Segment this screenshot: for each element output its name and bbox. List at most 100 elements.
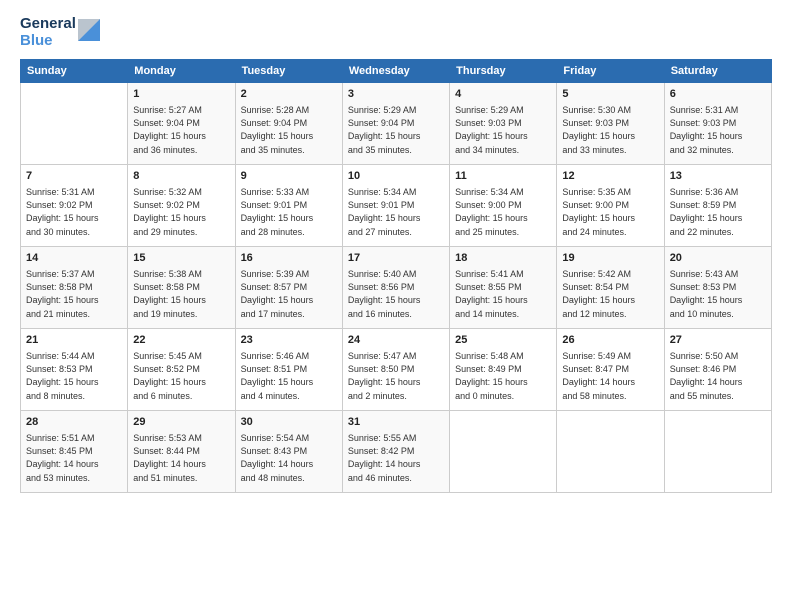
day-number: 30 xyxy=(241,415,337,430)
day-info: Sunrise: 5:49 AM Sunset: 8:47 PM Dayligh… xyxy=(562,350,658,402)
day-info: Sunrise: 5:40 AM Sunset: 8:56 PM Dayligh… xyxy=(348,268,444,320)
calendar-cell xyxy=(21,83,128,165)
weekday-header: Monday xyxy=(128,60,235,83)
day-info: Sunrise: 5:31 AM Sunset: 9:03 PM Dayligh… xyxy=(670,104,766,156)
day-number: 31 xyxy=(348,415,444,430)
day-number: 23 xyxy=(241,333,337,348)
page: General Blue SundayMondayTuesdayWednesda… xyxy=(0,0,792,612)
calendar-cell: 1Sunrise: 5:27 AM Sunset: 9:04 PM Daylig… xyxy=(128,83,235,165)
day-info: Sunrise: 5:37 AM Sunset: 8:58 PM Dayligh… xyxy=(26,268,122,320)
calendar-cell xyxy=(557,411,664,493)
calendar-cell: 25Sunrise: 5:48 AM Sunset: 8:49 PM Dayli… xyxy=(450,329,557,411)
day-number: 11 xyxy=(455,169,551,184)
calendar-table: SundayMondayTuesdayWednesdayThursdayFrid… xyxy=(20,59,772,493)
calendar-cell: 24 Sunrise: 5:47 AM Sunset: 8:50 PM Dayli… xyxy=(342,329,449,411)
day-number: 19 xyxy=(562,251,658,266)
calendar-cell: 19 Sunrise: 5:42 AM Sunset: 8:54 PM Dayli… xyxy=(557,247,664,329)
day-number: 7 xyxy=(26,169,122,184)
day-info: Sunrise: 5:48 AM Sunset: 8:49 PM Dayligh… xyxy=(455,350,551,402)
day-number: 21 xyxy=(26,333,122,348)
calendar-cell: 29 Sunrise: 5:53 AM Sunset: 8:44 PM Dayli… xyxy=(128,411,235,493)
calendar-cell: 9 Sunrise: 5:33 AM Sunset: 9:01 PM Daylig… xyxy=(235,165,342,247)
day-number: 15 xyxy=(133,251,229,266)
day-info: Sunrise: 5:41 AM Sunset: 8:55 PM Dayligh… xyxy=(455,268,551,320)
day-number: 9 xyxy=(241,169,337,184)
day-info: Sunrise: 5:30 AM Sunset: 9:03 PM Dayligh… xyxy=(562,104,658,156)
day-info: Sunrise: 5:29 AM Sunset: 9:04 PM Dayligh… xyxy=(348,104,444,156)
day-info: Sunrise: 5:34 AM Sunset: 9:01 PM Dayligh… xyxy=(348,186,444,238)
day-info: Sunrise: 5:28 AM Sunset: 9:04 PM Dayligh… xyxy=(241,104,337,156)
weekday-header: Sunday xyxy=(21,60,128,83)
day-number: 12 xyxy=(562,169,658,184)
calendar-cell: 17 Sunrise: 5:40 AM Sunset: 8:56 PM Dayli… xyxy=(342,247,449,329)
logo-icon xyxy=(78,19,100,41)
day-number: 28 xyxy=(26,415,122,430)
calendar-cell: 28 Sunrise: 5:51 AM Sunset: 8:45 PM Dayli… xyxy=(21,411,128,493)
day-info: Sunrise: 5:29 AM Sunset: 9:03 PM Dayligh… xyxy=(455,104,551,156)
day-info: Sunrise: 5:36 AM Sunset: 8:59 PM Dayligh… xyxy=(670,186,766,238)
calendar-cell: 26Sunrise: 5:49 AM Sunset: 8:47 PM Dayli… xyxy=(557,329,664,411)
day-info: Sunrise: 5:32 AM Sunset: 9:02 PM Dayligh… xyxy=(133,186,229,238)
day-number: 8 xyxy=(133,169,229,184)
day-number: 4 xyxy=(455,87,551,102)
day-number: 20 xyxy=(670,251,766,266)
weekday-header-row: SundayMondayTuesdayWednesdayThursdayFrid… xyxy=(21,60,772,83)
calendar-cell: 7 Sunrise: 5:31 AM Sunset: 9:02 PM Daylig… xyxy=(21,165,128,247)
day-info: Sunrise: 5:27 AM Sunset: 9:04 PM Dayligh… xyxy=(133,104,229,156)
calendar-cell xyxy=(450,411,557,493)
calendar-cell: 14 Sunrise: 5:37 AM Sunset: 8:58 PM Dayli… xyxy=(21,247,128,329)
calendar-cell: 10 Sunrise: 5:34 AM Sunset: 9:01 PM Dayli… xyxy=(342,165,449,247)
day-number: 10 xyxy=(348,169,444,184)
calendar-cell: 22Sunrise: 5:45 AM Sunset: 8:52 PM Dayli… xyxy=(128,329,235,411)
calendar-cell: 16 Sunrise: 5:39 AM Sunset: 8:57 PM Dayli… xyxy=(235,247,342,329)
calendar-cell: 3 Sunrise: 5:29 AM Sunset: 9:04 PM Daylig… xyxy=(342,83,449,165)
day-number: 17 xyxy=(348,251,444,266)
calendar-cell: 21Sunrise: 5:44 AM Sunset: 8:53 PM Dayli… xyxy=(21,329,128,411)
calendar-week-row: 14 Sunrise: 5:37 AM Sunset: 8:58 PM Dayli… xyxy=(21,247,772,329)
calendar-cell: 20 Sunrise: 5:43 AM Sunset: 8:53 PM Dayli… xyxy=(664,247,771,329)
day-number: 24 xyxy=(348,333,444,348)
header: General Blue xyxy=(20,16,772,49)
day-info: Sunrise: 5:43 AM Sunset: 8:53 PM Dayligh… xyxy=(670,268,766,320)
day-info: Sunrise: 5:51 AM Sunset: 8:45 PM Dayligh… xyxy=(26,432,122,484)
day-info: Sunrise: 5:47 AM Sunset: 8:50 PM Dayligh… xyxy=(348,350,444,402)
calendar-cell: 12 Sunrise: 5:35 AM Sunset: 9:00 PM Dayli… xyxy=(557,165,664,247)
day-info: Sunrise: 5:53 AM Sunset: 8:44 PM Dayligh… xyxy=(133,432,229,484)
day-info: Sunrise: 5:39 AM Sunset: 8:57 PM Dayligh… xyxy=(241,268,337,320)
weekday-header: Friday xyxy=(557,60,664,83)
day-number: 5 xyxy=(562,87,658,102)
day-number: 29 xyxy=(133,415,229,430)
calendar-cell: 15 Sunrise: 5:38 AM Sunset: 8:58 PM Dayli… xyxy=(128,247,235,329)
calendar-week-row: 7 Sunrise: 5:31 AM Sunset: 9:02 PM Daylig… xyxy=(21,165,772,247)
day-info: Sunrise: 5:42 AM Sunset: 8:54 PM Dayligh… xyxy=(562,268,658,320)
weekday-header: Saturday xyxy=(664,60,771,83)
day-info: Sunrise: 5:38 AM Sunset: 8:58 PM Dayligh… xyxy=(133,268,229,320)
calendar-cell: 2 Sunrise: 5:28 AM Sunset: 9:04 PM Daylig… xyxy=(235,83,342,165)
calendar-cell: 8 Sunrise: 5:32 AM Sunset: 9:02 PM Daylig… xyxy=(128,165,235,247)
day-number: 3 xyxy=(348,87,444,102)
day-number: 2 xyxy=(241,87,337,102)
calendar-cell: 5 Sunrise: 5:30 AM Sunset: 9:03 PM Daylig… xyxy=(557,83,664,165)
calendar-cell: 31Sunrise: 5:55 AM Sunset: 8:42 PM Dayli… xyxy=(342,411,449,493)
calendar-cell: 4 Sunrise: 5:29 AM Sunset: 9:03 PM Daylig… xyxy=(450,83,557,165)
calendar-week-row: 1Sunrise: 5:27 AM Sunset: 9:04 PM Daylig… xyxy=(21,83,772,165)
day-number: 6 xyxy=(670,87,766,102)
weekday-header: Wednesday xyxy=(342,60,449,83)
day-info: Sunrise: 5:33 AM Sunset: 9:01 PM Dayligh… xyxy=(241,186,337,238)
day-number: 16 xyxy=(241,251,337,266)
day-info: Sunrise: 5:31 AM Sunset: 9:02 PM Dayligh… xyxy=(26,186,122,238)
calendar-cell: 27Sunrise: 5:50 AM Sunset: 8:46 PM Dayli… xyxy=(664,329,771,411)
day-info: Sunrise: 5:50 AM Sunset: 8:46 PM Dayligh… xyxy=(670,350,766,402)
calendar-cell xyxy=(664,411,771,493)
day-number: 18 xyxy=(455,251,551,266)
day-info: Sunrise: 5:35 AM Sunset: 9:00 PM Dayligh… xyxy=(562,186,658,238)
logo-blue: Blue xyxy=(20,33,76,50)
calendar-cell: 6 Sunrise: 5:31 AM Sunset: 9:03 PM Daylig… xyxy=(664,83,771,165)
logo-general: General xyxy=(20,16,76,33)
calendar-week-row: 28 Sunrise: 5:51 AM Sunset: 8:45 PM Dayli… xyxy=(21,411,772,493)
calendar-cell: 13 Sunrise: 5:36 AM Sunset: 8:59 PM Dayli… xyxy=(664,165,771,247)
day-number: 13 xyxy=(670,169,766,184)
day-number: 14 xyxy=(26,251,122,266)
weekday-header: Thursday xyxy=(450,60,557,83)
calendar-cell: 11Sunrise: 5:34 AM Sunset: 9:00 PM Dayli… xyxy=(450,165,557,247)
